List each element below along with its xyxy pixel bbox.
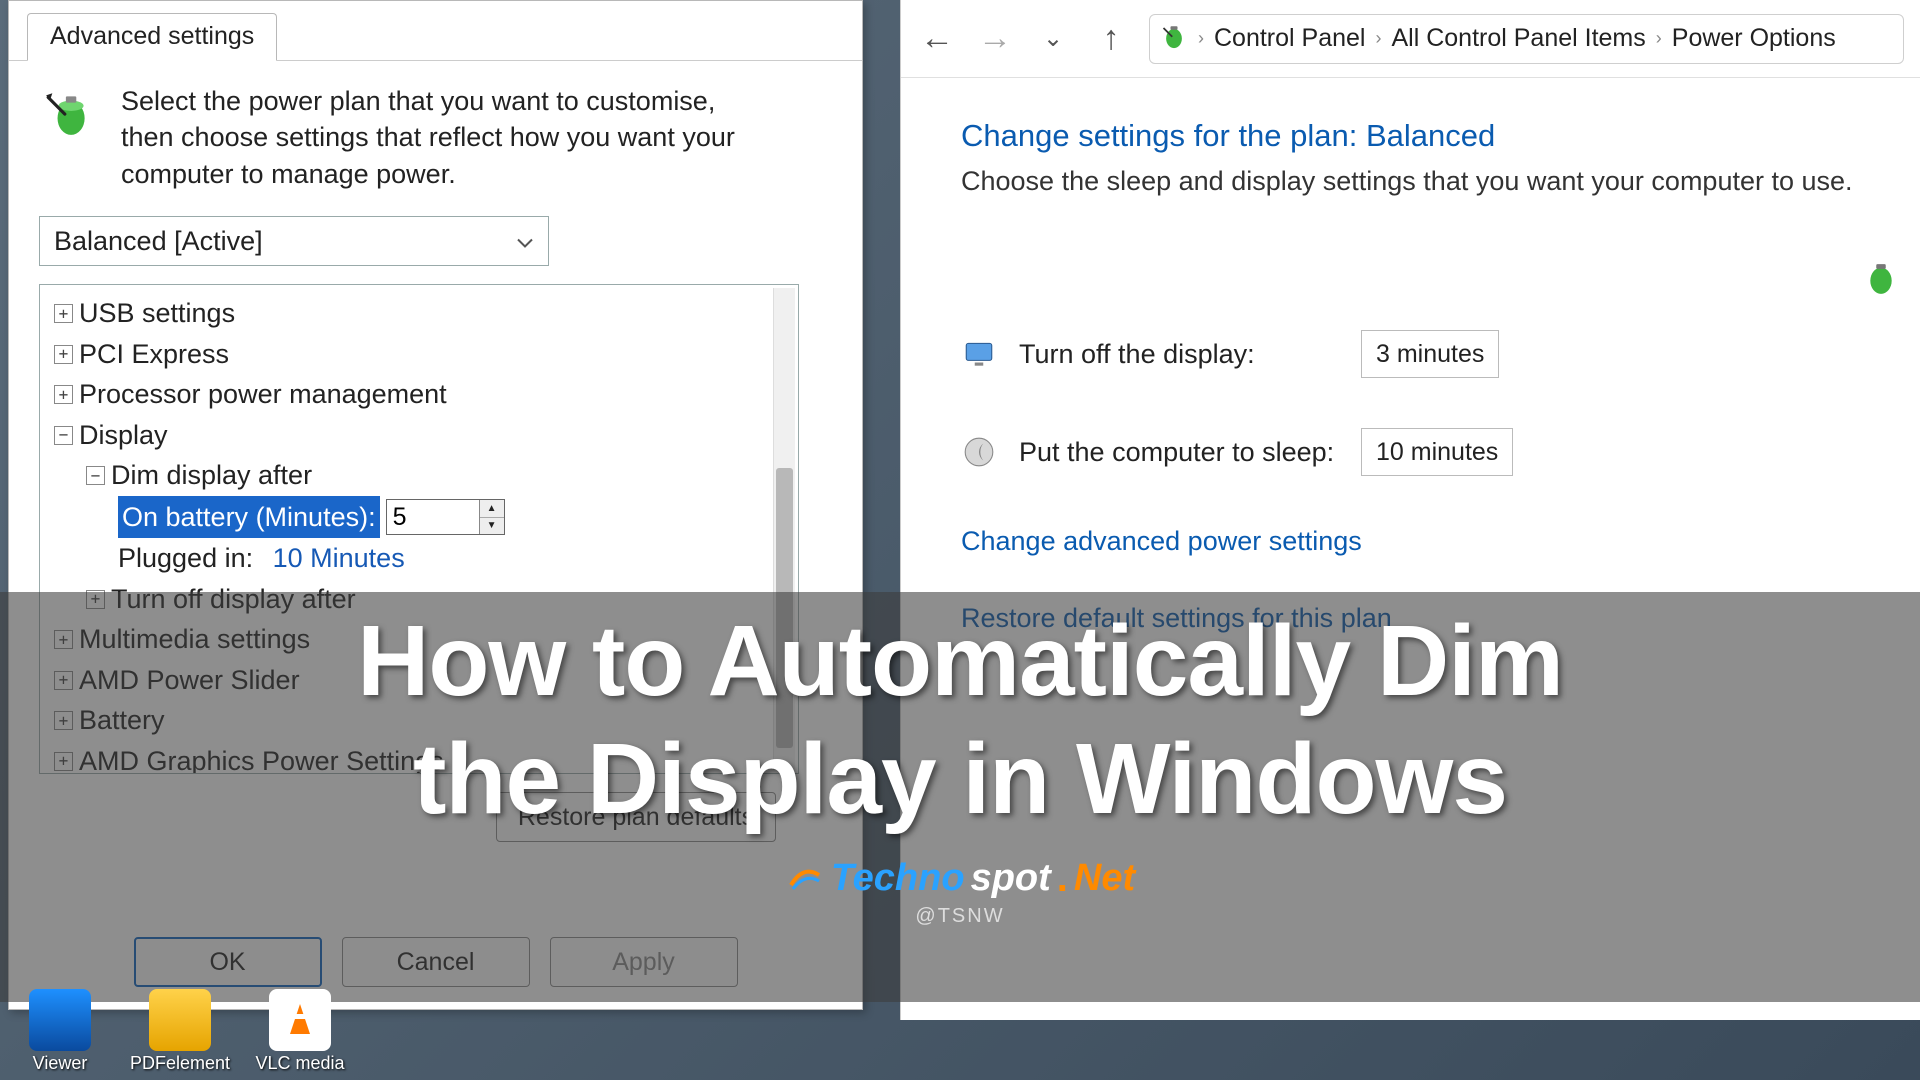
overlay-title-line1: How to Automatically Dim	[357, 602, 1563, 720]
brand-swoosh-icon	[785, 859, 825, 899]
desktop-icons: Viewer PDFelement VLC media	[0, 983, 360, 1080]
tab-advanced-settings[interactable]: Advanced settings	[27, 13, 277, 61]
breadcrumb-item[interactable]: Power Options	[1672, 24, 1836, 53]
change-advanced-link[interactable]: Change advanced power settings	[961, 526, 1910, 557]
tree-node-processor[interactable]: +Processor power management	[50, 374, 788, 415]
on-battery-input[interactable]	[387, 500, 479, 534]
tree-node-usb[interactable]: +USB settings	[50, 293, 788, 334]
breadcrumb[interactable]: › Control Panel › All Control Panel Item…	[1149, 14, 1904, 64]
chevron-down-icon	[516, 226, 534, 257]
desktop-icon-viewer[interactable]: Viewer	[20, 989, 100, 1074]
brand-text-net: Net	[1074, 857, 1135, 900]
spinner-up-icon[interactable]: ▲	[480, 500, 504, 518]
expander-minus-icon[interactable]: −	[86, 466, 105, 485]
plugged-in-value[interactable]: 10 Minutes	[273, 538, 405, 579]
nav-recent-dropdown-icon[interactable]: ⌄	[1033, 24, 1073, 53]
brand-logo: Technospot.Net	[785, 856, 1135, 901]
expander-plus-icon[interactable]: +	[54, 385, 73, 404]
on-battery-spinner[interactable]: ▲ ▼	[386, 499, 505, 535]
brand-dot: .	[1057, 856, 1068, 901]
moon-icon	[961, 434, 997, 470]
desktop-icon-pdfelement[interactable]: PDFelement	[140, 989, 220, 1074]
power-plan-dropdown[interactable]: Balanced [Active]	[39, 216, 549, 266]
breadcrumb-item[interactable]: Control Panel	[1214, 24, 1365, 53]
brand-text-spot: spot	[971, 857, 1051, 900]
battery-icon	[1160, 21, 1188, 56]
expander-plus-icon[interactable]: +	[54, 304, 73, 323]
tab-strip: Advanced settings	[9, 1, 862, 61]
turn-off-display-label: Turn off the display:	[1019, 339, 1339, 370]
sleep-row: Put the computer to sleep: 10 minutes	[961, 428, 1910, 476]
battery-column-icon	[1862, 257, 1900, 300]
tree-node-on-battery[interactable]: On battery (Minutes): ▲ ▼	[50, 496, 788, 539]
brand-text-techno: Techno	[831, 857, 965, 900]
chevron-right-icon: ›	[1652, 28, 1666, 49]
on-battery-label: On battery (Minutes):	[118, 496, 380, 539]
brand-handle: @TSNW	[915, 905, 1004, 928]
expander-minus-icon[interactable]: −	[54, 426, 73, 445]
title-overlay: How to Automatically Dim the Display in …	[0, 592, 1920, 1002]
nav-up-icon[interactable]: ↑	[1091, 19, 1131, 58]
desktop-icon-vlc[interactable]: VLC media	[260, 989, 340, 1074]
sleep-dropdown[interactable]: 10 minutes	[1361, 428, 1513, 476]
tree-node-dim-after[interactable]: −Dim display after	[50, 455, 788, 496]
page-subtitle: Choose the sleep and display settings th…	[961, 166, 1910, 197]
battery-icon	[39, 83, 99, 192]
explorer-nav-bar: ← → ⌄ ↑ › Control Panel › All Control Pa…	[901, 0, 1920, 78]
nav-forward-icon[interactable]: →	[975, 19, 1015, 58]
tree-node-plugged-in[interactable]: Plugged in: 10 Minutes	[50, 538, 788, 579]
turn-off-display-dropdown[interactable]: 3 minutes	[1361, 330, 1499, 378]
page-title: Change settings for the plan: Balanced	[961, 118, 1910, 154]
intro-text: Select the power plan that you want to c…	[121, 83, 761, 192]
spinner-down-icon[interactable]: ▼	[480, 518, 504, 535]
chevron-right-icon: ›	[1371, 28, 1385, 49]
overlay-title-line2: the Display in Windows	[413, 720, 1507, 838]
chevron-right-icon: ›	[1194, 28, 1208, 49]
breadcrumb-item[interactable]: All Control Panel Items	[1391, 24, 1645, 53]
monitor-icon	[961, 336, 997, 372]
nav-back-icon[interactable]: ←	[917, 19, 957, 58]
sleep-label: Put the computer to sleep:	[1019, 437, 1339, 468]
expander-plus-icon[interactable]: +	[54, 345, 73, 364]
tree-node-pci[interactable]: +PCI Express	[50, 334, 788, 375]
plugged-in-label: Plugged in:	[118, 538, 253, 579]
tree-node-display[interactable]: −Display	[50, 415, 788, 456]
turn-off-display-row: Turn off the display: 3 minutes	[961, 330, 1910, 378]
